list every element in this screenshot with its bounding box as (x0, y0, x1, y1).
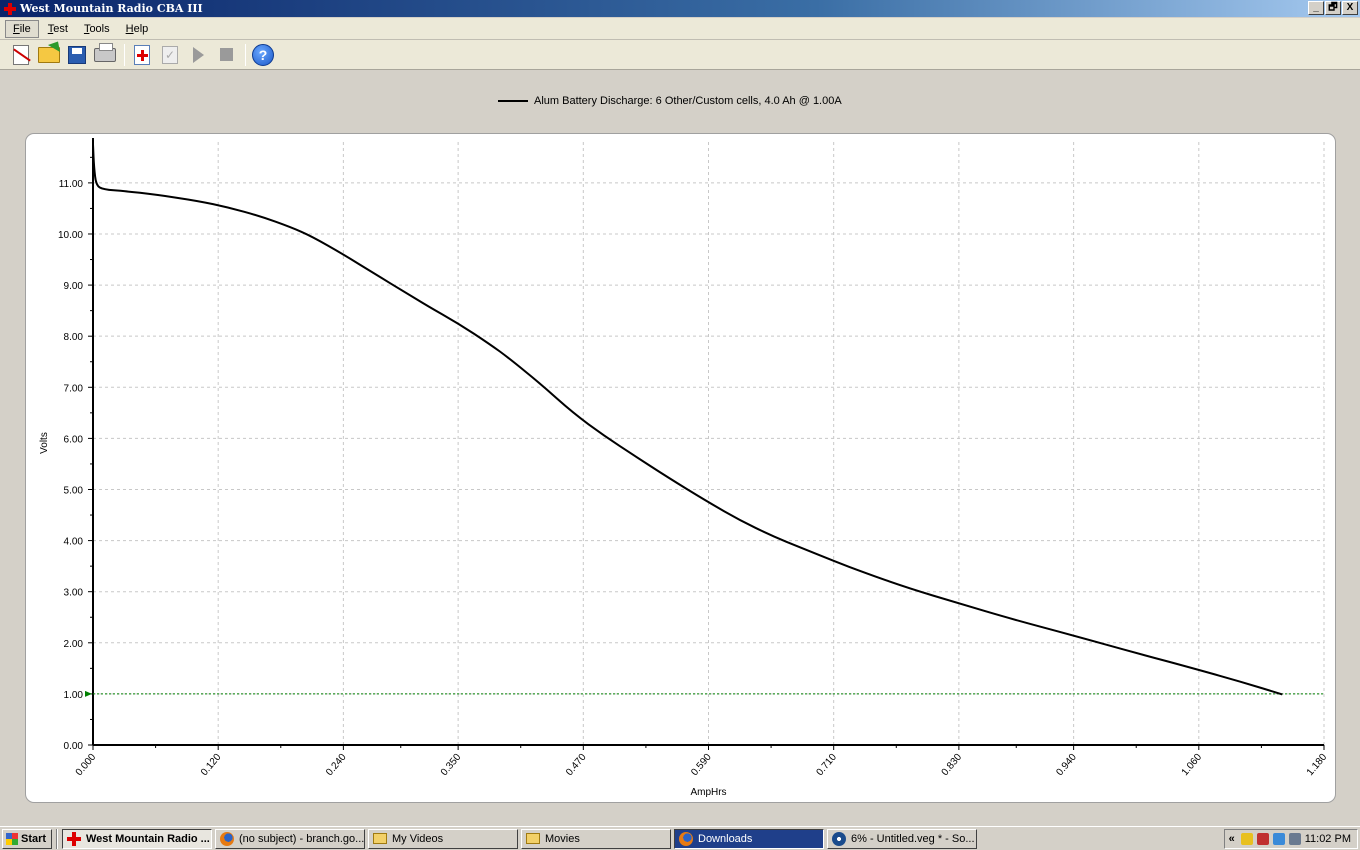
folder-icon (373, 833, 387, 844)
taskbar-task[interactable]: 6% - Untitled.veg * - So... (827, 828, 977, 849)
x-tick-label: 0.240 (324, 752, 349, 779)
play-icon (192, 46, 204, 63)
print-icon (94, 42, 116, 62)
window-controls: _ 🗗 X (1307, 1, 1358, 15)
x-tick-label: 0.120 (199, 752, 224, 779)
taskbar-task[interactable]: Movies (521, 828, 671, 849)
help-button[interactable]: ? (250, 42, 276, 68)
chart-legend: Alum Battery Discharge: 6 Other/Custom c… (498, 95, 842, 107)
x-tick-label: 0.710 (814, 752, 839, 779)
task-label: Downloads (698, 832, 753, 845)
new-graph-button[interactable] (8, 42, 34, 68)
task-label: West Mountain Radio ... (86, 832, 210, 845)
y-tick-label: 8.00 (64, 332, 84, 343)
taskbar-task[interactable]: Downloads (674, 828, 824, 849)
firefox-icon (220, 831, 234, 846)
y-tick-label: 1.00 (64, 690, 84, 701)
x-axis-label: AmpHrs (690, 787, 726, 798)
shield-icon[interactable] (1240, 833, 1253, 845)
task-label: (no subject) - branch.go... (239, 832, 365, 845)
save-button[interactable] (64, 42, 90, 68)
taskbar: Start West Mountain Radio ... (no subject… (0, 826, 1360, 850)
y-tick-label: 7.00 (64, 383, 84, 394)
y-axis-label: Volts (39, 432, 50, 454)
tray-expand-icon[interactable]: « (1229, 833, 1235, 845)
y-tick-label: 3.00 (64, 588, 84, 599)
taskbar-task[interactable]: West Mountain Radio ... (62, 828, 212, 849)
app-cross-icon (67, 831, 81, 846)
toolbar-separator (124, 43, 125, 66)
check-icon: ✓ (162, 45, 178, 64)
chart-panel: 0.00 1.00 2.00 3.00 4.00 5.00 6.00 7.00 8.00 9.00… (25, 133, 1336, 803)
add-battery-icon (134, 44, 150, 65)
series-line (92, 144, 1283, 696)
open-folder-icon (38, 46, 60, 63)
legend-swatch (498, 100, 528, 102)
network-icon[interactable] (1256, 833, 1269, 845)
cutoff-marker-icon (85, 690, 92, 697)
window-title: West Mountain Radio CBA III (20, 2, 203, 15)
x-tick-label: 0.590 (689, 752, 714, 779)
app-cross-icon (3, 2, 17, 16)
menu-bar: File Test Tools Help (0, 18, 1360, 40)
x-tick-label: 1.060 (1180, 752, 1205, 779)
globe-icon[interactable] (1272, 833, 1285, 845)
x-tick-label: 0.940 (1054, 752, 1079, 779)
taskbar-task[interactable]: (no subject) - branch.go... (215, 828, 365, 849)
discharge-chart: 0.00 1.00 2.00 3.00 4.00 5.00 6.00 7.00 8.00 9.00… (39, 138, 1330, 798)
stop-test-button[interactable] (213, 42, 239, 68)
task-label: 6% - Untitled.veg * - So... (851, 832, 975, 845)
task-list: West Mountain Radio ... (no subject) - br… (62, 828, 980, 849)
toolbar: ✓ ? (0, 40, 1360, 70)
start-button[interactable]: Start (2, 828, 52, 849)
legend-label: Alum Battery Discharge: 6 Other/Custom c… (534, 95, 842, 107)
new-graph-icon (13, 44, 29, 65)
open-button[interactable] (36, 42, 62, 68)
clock[interactable]: 11:02 PM (1305, 833, 1351, 845)
system-tray: « 11:02 PM (1223, 829, 1358, 849)
firefox-icon (679, 831, 693, 846)
app-window: West Mountain Radio CBA III _ 🗗 X File T… (0, 0, 1360, 826)
folder-icon (526, 833, 540, 844)
taskbar-separator (56, 828, 58, 849)
print-button[interactable] (92, 42, 118, 68)
menu-tools[interactable]: Tools (77, 21, 117, 37)
y-tick-label: 9.00 (64, 281, 84, 292)
start-label: Start (21, 832, 47, 845)
check-button[interactable]: ✓ (157, 42, 183, 68)
task-label: My Videos (392, 832, 444, 845)
x-tick-label: 0.350 (439, 752, 464, 779)
monitor-icon[interactable] (1288, 833, 1301, 845)
y-tick-label: 10.00 (58, 230, 83, 241)
x-tick-label: 1.180 (1305, 752, 1330, 779)
windows-logo-icon (6, 832, 18, 845)
task-label: Movies (545, 832, 580, 845)
save-disk-icon (68, 45, 86, 64)
menu-test[interactable]: Test (41, 21, 75, 37)
y-tick-label: 5.00 (64, 485, 84, 496)
restore-button[interactable]: 🗗 (1325, 1, 1341, 15)
help-icon: ? (252, 43, 274, 66)
y-tick-label: 11.00 (59, 179, 84, 190)
menu-file[interactable]: File (5, 19, 39, 38)
y-tick-label: 6.00 (64, 434, 84, 445)
taskbar-task[interactable]: My Videos (368, 828, 518, 849)
vegas-icon (832, 831, 846, 846)
toolbar-separator (245, 43, 246, 66)
title-bar[interactable]: West Mountain Radio CBA III _ 🗗 X (0, 0, 1360, 17)
stop-icon (219, 48, 233, 61)
x-tick-label: 0.470 (564, 752, 589, 779)
close-button[interactable]: X (1342, 1, 1358, 15)
x-tick-label: 0.830 (940, 752, 965, 779)
add-battery-button[interactable] (129, 42, 155, 68)
y-tick-label: 0.00 (64, 741, 84, 752)
y-tick-label: 2.00 (64, 639, 84, 650)
y-tick-label: 4.00 (64, 537, 84, 548)
start-test-button[interactable] (185, 42, 211, 68)
menu-help[interactable]: Help (119, 21, 156, 37)
minimize-button[interactable]: _ (1308, 1, 1324, 15)
x-tick-label: 0.000 (74, 752, 99, 779)
